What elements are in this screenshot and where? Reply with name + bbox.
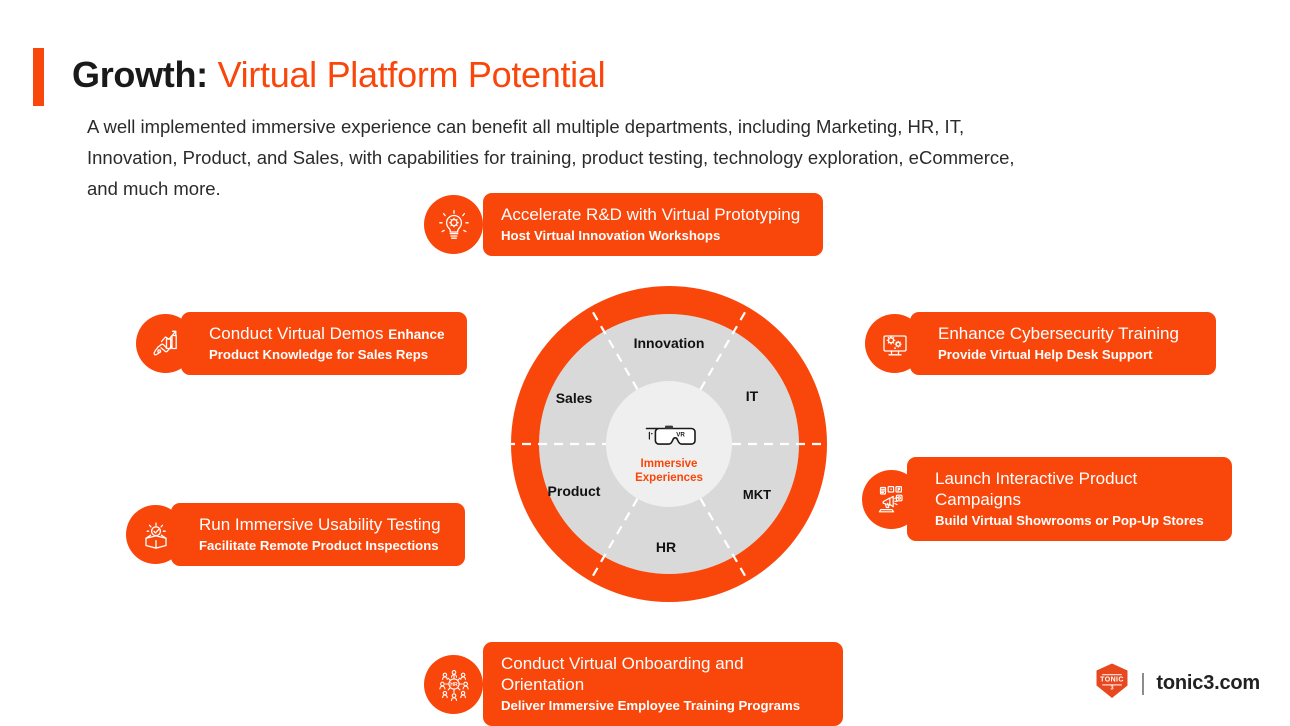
wheel-label-mkt: MKT: [743, 487, 771, 502]
callout-title: Enhance Cybersecurity Training: [938, 324, 1179, 343]
callout-accelerate-rd[interactable]: Accelerate R&D with Virtual Prototyping …: [424, 193, 823, 256]
callout-pill: Enhance Cybersecurity Training Provide V…: [910, 312, 1216, 375]
immersive-experiences-wheel: Innovation IT MKT HR Product Sales VR Im…: [508, 283, 830, 605]
callout-conduct-virtual-demos[interactable]: Conduct Virtual Demos Enhance Product Kn…: [136, 312, 467, 375]
callout-subtitle: Build Virtual Showrooms or Pop-Up Stores: [935, 513, 1204, 528]
callout-pill: Conduct Virtual Demos Enhance Product Kn…: [181, 312, 467, 375]
tonic3-logo-number: 3: [1111, 686, 1114, 692]
callout-subtitle: Host Virtual Innovation Workshops: [501, 228, 721, 243]
footer-brand-text: tonic3.com: [1156, 672, 1260, 694]
callout-title: Run Immersive Usability Testing: [199, 515, 441, 534]
wheel-label-sales: Sales: [556, 390, 593, 406]
wheel-label-it: IT: [746, 388, 759, 404]
wheel-label-product: Product: [548, 483, 601, 499]
footer-branding: TONIC 3 tonic3.com: [1094, 662, 1260, 705]
callout-pill: Launch Interactive Product Campaigns Bui…: [907, 457, 1232, 541]
callout-subtitle: Product Knowledge for Sales Reps: [209, 347, 429, 362]
callout-subtitle: Provide Virtual Help Desk Support: [938, 347, 1153, 362]
callout-enhance-cybersecurity-training[interactable]: Enhance Cybersecurity Training Provide V…: [865, 312, 1216, 375]
callout-subtitle: Facilitate Remote Product Inspections: [199, 538, 439, 553]
wheel-label-hr: HR: [656, 539, 676, 555]
lightbulb-gear-icon: [424, 195, 483, 254]
wheel-label-innovation: Innovation: [634, 335, 705, 351]
page-title: Growth: Virtual Platform Potential: [72, 52, 606, 98]
callout-conduct-virtual-onboarding[interactable]: HR Conduct Virtual Onboarding and Orient…: [424, 642, 843, 726]
callout-run-immersive-usability-testing[interactable]: Run Immersive Usability Testing Facilita…: [126, 503, 465, 566]
callout-title: Accelerate R&D with Virtual Prototyping: [501, 205, 801, 224]
wheel-center-label-line2: Experiences: [635, 472, 703, 484]
svg-text:HR: HR: [450, 682, 458, 688]
tonic3-logo-icon: TONIC 3: [1094, 662, 1130, 705]
growth-chart-hand-icon: [136, 314, 195, 373]
footer-divider: [1142, 672, 1145, 695]
megaphone-social-icon: [862, 469, 921, 529]
monitor-gears-icon: [865, 314, 924, 373]
callout-pill: Accelerate R&D with Virtual Prototyping …: [483, 193, 823, 256]
callout-title: Conduct Virtual Demos Enhance: [209, 324, 445, 343]
box-check-icon: [126, 505, 185, 564]
callout-pill: Run Immersive Usability Testing Facilita…: [171, 503, 465, 566]
callout-title: Conduct Virtual Onboarding and Orientati…: [501, 654, 744, 694]
callout-subtitle: Deliver Immersive Employee Training Prog…: [501, 698, 801, 713]
vr-headset-text: VR: [676, 432, 685, 439]
hr-network-icon: HR: [424, 654, 483, 714]
page-title-main: Growth:: [72, 54, 208, 95]
callout-title: Launch Interactive Product Campaigns: [935, 469, 1138, 509]
page-title-accent: Virtual Platform Potential: [217, 54, 606, 95]
callout-pill: Conduct Virtual Onboarding and Orientati…: [483, 642, 843, 726]
callout-launch-interactive-product-campaigns[interactable]: Launch Interactive Product Campaigns Bui…: [862, 457, 1232, 541]
tonic3-logo-wordmark: TONIC: [1101, 676, 1125, 683]
wheel-center-label-line1: Immersive: [641, 458, 698, 470]
title-accent-bar: [33, 48, 44, 106]
intro-paragraph: A well implemented immersive experience …: [87, 116, 1015, 199]
